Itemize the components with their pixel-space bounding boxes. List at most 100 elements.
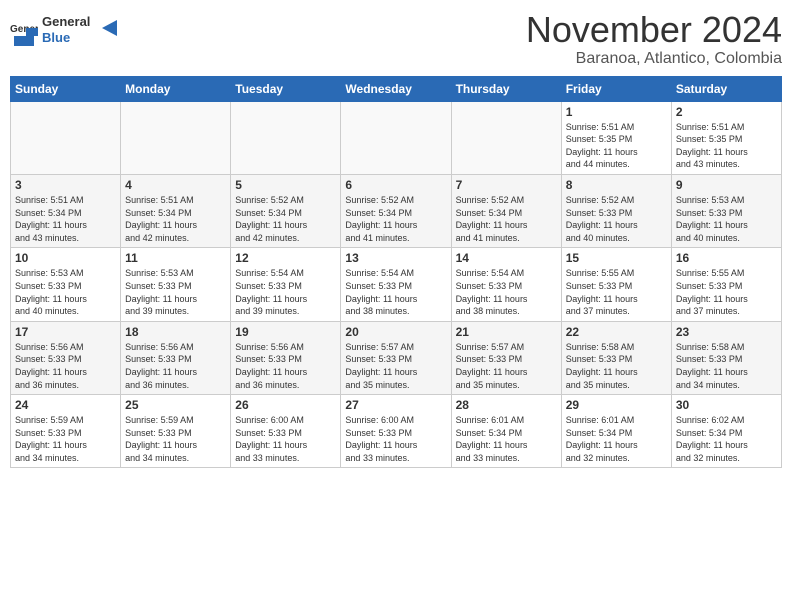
calendar-cell: 6Sunrise: 5:52 AM Sunset: 5:34 PM Daylig… [341, 174, 451, 247]
title-block: November 2024 Baranoa, Atlantico, Colomb… [526, 10, 782, 68]
logo-icon: General [10, 18, 38, 46]
header-sunday: Sunday [11, 76, 121, 101]
calendar-cell: 14 Sunrise: 5:54 AM Sunset: 5:33 PM Dayli… [451, 248, 561, 321]
logo: General General Blue [10, 10, 122, 55]
calendar-cell: 23 Sunrise: 5:58 AM Sunset: 5:33 PM Dayli… [671, 321, 781, 394]
calendar-week-row: 17Sunrise: 5:56 AM Sunset: 5:33 PM Dayli… [11, 321, 782, 394]
day-info: Sunrise: 6:01 AM Sunset: 5:34 PM Dayligh… [456, 414, 557, 464]
calendar-cell [121, 101, 231, 174]
svg-text:Blue: Blue [42, 30, 70, 45]
day-number: 12 [235, 251, 336, 265]
calendar-cell: 1 Sunrise: 5:51 AM Sunset: 5:35 PM Daylig… [561, 101, 671, 174]
day-number: 18 [125, 325, 226, 339]
day-info: Sunrise: 5:56 AM Sunset: 5:33 PM Dayligh… [15, 341, 116, 391]
header-saturday: Saturday [671, 76, 781, 101]
calendar-cell: 18 Sunrise: 5:56 AM Sunset: 5:33 PM Dayli… [121, 321, 231, 394]
day-info: Sunrise: 5:53 AM Sunset: 5:33 PM Dayligh… [125, 267, 226, 317]
day-info: Sunrise: 5:52 AM Sunset: 5:33 PM Dayligh… [566, 194, 667, 244]
calendar-cell [451, 101, 561, 174]
header-wednesday: Wednesday [341, 76, 451, 101]
calendar-cell: 8 Sunrise: 5:52 AM Sunset: 5:33 PM Daylig… [561, 174, 671, 247]
header-friday: Friday [561, 76, 671, 101]
day-number: 27 [345, 398, 446, 412]
day-number: 13 [345, 251, 446, 265]
day-info: Sunrise: 5:54 AM Sunset: 5:33 PM Dayligh… [456, 267, 557, 317]
calendar-cell: 20 Sunrise: 5:57 AM Sunset: 5:33 PM Dayli… [341, 321, 451, 394]
calendar-cell: 21Sunrise: 5:57 AM Sunset: 5:33 PM Dayli… [451, 321, 561, 394]
day-number: 19 [235, 325, 336, 339]
day-number: 21 [456, 325, 557, 339]
day-number: 25 [125, 398, 226, 412]
calendar-cell: 13 Sunrise: 5:54 AM Sunset: 5:33 PM Dayli… [341, 248, 451, 321]
calendar-cell: 5 Sunrise: 5:52 AM Sunset: 5:34 PM Daylig… [231, 174, 341, 247]
day-info: Sunrise: 5:56 AM Sunset: 5:33 PM Dayligh… [125, 341, 226, 391]
month-title: November 2024 [526, 10, 782, 50]
page: General General Blue November 2024 Baran… [0, 0, 792, 612]
calendar-cell: 26 Sunrise: 6:00 AM Sunset: 5:33 PM Dayli… [231, 395, 341, 468]
calendar-cell: 27 Sunrise: 6:00 AM Sunset: 5:33 PM Dayli… [341, 395, 451, 468]
header: General General Blue November 2024 Baran… [10, 10, 782, 68]
day-info: Sunrise: 5:58 AM Sunset: 5:33 PM Dayligh… [676, 341, 777, 391]
calendar-cell: 29 Sunrise: 6:01 AM Sunset: 5:34 PM Dayli… [561, 395, 671, 468]
day-info: Sunrise: 5:58 AM Sunset: 5:33 PM Dayligh… [566, 341, 667, 391]
day-number: 3 [15, 178, 116, 192]
calendar-cell: 7 Sunrise: 5:52 AM Sunset: 5:34 PM Daylig… [451, 174, 561, 247]
subtitle: Baranoa, Atlantico, Colombia [526, 50, 782, 68]
calendar-cell: 17Sunrise: 5:56 AM Sunset: 5:33 PM Dayli… [11, 321, 121, 394]
day-info: Sunrise: 5:57 AM Sunset: 5:33 PM Dayligh… [345, 341, 446, 391]
day-number: 14 [456, 251, 557, 265]
day-number: 20 [345, 325, 446, 339]
header-thursday: Thursday [451, 76, 561, 101]
calendar-week-row: 10 Sunrise: 5:53 AM Sunset: 5:33 PM Dayli… [11, 248, 782, 321]
day-info: Sunrise: 6:00 AM Sunset: 5:33 PM Dayligh… [235, 414, 336, 464]
calendar-cell: 15Sunrise: 5:55 AM Sunset: 5:33 PM Dayli… [561, 248, 671, 321]
calendar-cell: 3Sunrise: 5:51 AM Sunset: 5:34 PM Daylig… [11, 174, 121, 247]
day-number: 16 [676, 251, 777, 265]
day-info: Sunrise: 5:55 AM Sunset: 5:33 PM Dayligh… [676, 267, 777, 317]
day-info: Sunrise: 6:00 AM Sunset: 5:33 PM Dayligh… [345, 414, 446, 464]
day-info: Sunrise: 5:54 AM Sunset: 5:33 PM Dayligh… [345, 267, 446, 317]
day-number: 7 [456, 178, 557, 192]
day-number: 2 [676, 105, 777, 119]
calendar-cell: 4Sunrise: 5:51 AM Sunset: 5:34 PM Daylig… [121, 174, 231, 247]
day-number: 23 [676, 325, 777, 339]
day-number: 6 [345, 178, 446, 192]
day-info: Sunrise: 5:51 AM Sunset: 5:35 PM Dayligh… [566, 121, 667, 171]
day-number: 30 [676, 398, 777, 412]
calendar-cell [11, 101, 121, 174]
day-number: 24 [15, 398, 116, 412]
calendar-cell: 28 Sunrise: 6:01 AM Sunset: 5:34 PM Dayli… [451, 395, 561, 468]
day-number: 10 [15, 251, 116, 265]
day-info: Sunrise: 5:52 AM Sunset: 5:34 PM Dayligh… [235, 194, 336, 244]
day-info: Sunrise: 5:51 AM Sunset: 5:35 PM Dayligh… [676, 121, 777, 171]
day-number: 28 [456, 398, 557, 412]
calendar-body: 1 Sunrise: 5:51 AM Sunset: 5:35 PM Daylig… [11, 101, 782, 468]
calendar-cell: 16 Sunrise: 5:55 AM Sunset: 5:33 PM Dayli… [671, 248, 781, 321]
calendar-week-row: 24 Sunrise: 5:59 AM Sunset: 5:33 PM Dayli… [11, 395, 782, 468]
calendar-cell [231, 101, 341, 174]
logo-text: General Blue [42, 10, 122, 55]
day-info: Sunrise: 5:59 AM Sunset: 5:33 PM Dayligh… [15, 414, 116, 464]
svg-text:General: General [42, 14, 90, 29]
day-number: 26 [235, 398, 336, 412]
calendar-week-row: 1 Sunrise: 5:51 AM Sunset: 5:35 PM Daylig… [11, 101, 782, 174]
header-monday: Monday [121, 76, 231, 101]
day-number: 5 [235, 178, 336, 192]
day-number: 8 [566, 178, 667, 192]
calendar-week-row: 3Sunrise: 5:51 AM Sunset: 5:34 PM Daylig… [11, 174, 782, 247]
day-info: Sunrise: 5:54 AM Sunset: 5:33 PM Dayligh… [235, 267, 336, 317]
calendar-cell: 25Sunrise: 5:59 AM Sunset: 5:33 PM Dayli… [121, 395, 231, 468]
day-number: 11 [125, 251, 226, 265]
day-info: Sunrise: 5:52 AM Sunset: 5:34 PM Dayligh… [456, 194, 557, 244]
day-number: 4 [125, 178, 226, 192]
calendar-cell: 2 Sunrise: 5:51 AM Sunset: 5:35 PM Daylig… [671, 101, 781, 174]
header-tuesday: Tuesday [231, 76, 341, 101]
calendar-cell: 9Sunrise: 5:53 AM Sunset: 5:33 PM Daylig… [671, 174, 781, 247]
day-number: 29 [566, 398, 667, 412]
day-number: 15 [566, 251, 667, 265]
day-number: 1 [566, 105, 667, 119]
day-info: Sunrise: 6:01 AM Sunset: 5:34 PM Dayligh… [566, 414, 667, 464]
day-info: Sunrise: 5:53 AM Sunset: 5:33 PM Dayligh… [15, 267, 116, 317]
day-info: Sunrise: 5:56 AM Sunset: 5:33 PM Dayligh… [235, 341, 336, 391]
day-number: 9 [676, 178, 777, 192]
